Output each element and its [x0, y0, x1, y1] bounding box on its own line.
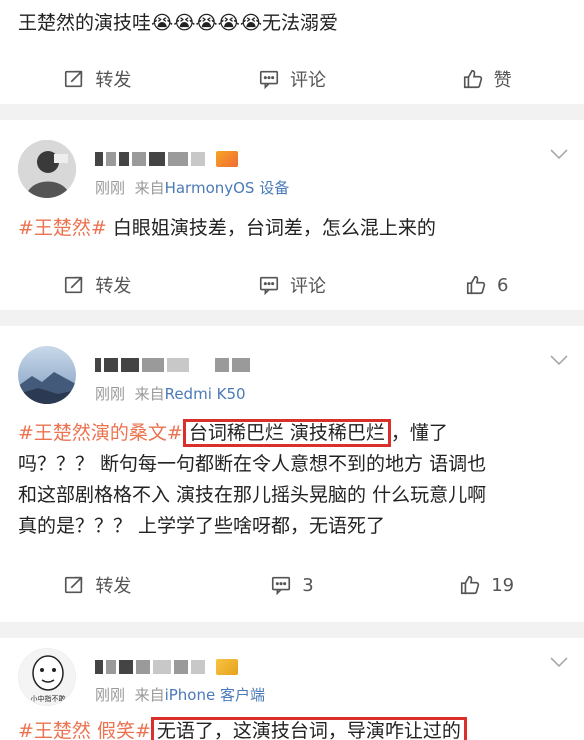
- avatar[interactable]: 小中指不敢: [18, 648, 76, 706]
- hashtag-link[interactable]: #王楚然#: [18, 217, 107, 239]
- comment-button[interactable]: 评论: [195, 260, 390, 310]
- comment-label: 评论: [290, 276, 326, 297]
- hashtag-link[interactable]: #王楚然演的桑文#: [18, 422, 183, 444]
- member-badge-icon: [216, 659, 238, 675]
- post-line-1: #王楚然演的桑文# 台词稀巴烂 演技稀巴烂 ，懂了: [18, 418, 566, 449]
- crying-emoji-row: 😭😭😭😭😭: [151, 12, 262, 34]
- highlighted-phrase: 无语了，这演技台词，导演咋让过的: [150, 717, 467, 740]
- chevron-down-icon[interactable]: [550, 656, 568, 668]
- chevron-down-icon[interactable]: [550, 354, 568, 366]
- member-badge-icon: [216, 151, 238, 167]
- avatar-image: [18, 346, 76, 404]
- avatar[interactable]: [18, 140, 76, 198]
- comment-count: 3: [302, 574, 314, 596]
- highlighted-phrase: 台词稀巴烂 演技稀巴烂: [182, 419, 391, 447]
- crying-emoji-icon: 😭: [173, 12, 196, 34]
- like-button[interactable]: 19: [389, 560, 584, 610]
- username-blurred[interactable]: [95, 354, 250, 376]
- repost-label: 转发: [95, 576, 132, 597]
- action-bar: 转发 评论 赞: [0, 54, 584, 104]
- share-icon: [65, 576, 83, 594]
- like-label: 赞: [493, 70, 512, 91]
- avatar-caption: 小中指不敢: [31, 694, 66, 703]
- avatar-image: 小中指不敢: [19, 649, 75, 705]
- post-text: 王楚然的演技哇😭😭😭😭😭无法溺爱: [18, 8, 566, 39]
- source-prefix: 来自: [134, 179, 165, 197]
- post-source[interactable]: iPhone 客户端: [165, 686, 265, 704]
- post-time: 刚刚: [95, 385, 126, 403]
- post-meta: 刚刚 来自HarmonyOS 设备: [95, 177, 289, 198]
- share-icon: [65, 70, 83, 88]
- share-icon: [65, 276, 83, 294]
- action-bar: 转发 评论 6: [0, 260, 584, 310]
- thumbs-up-icon: [466, 275, 486, 295]
- post-text: #王楚然 假笑# 无语了，这演技台词，导演咋让过的: [18, 716, 566, 740]
- thumbs-up-icon: [463, 69, 482, 89]
- repost-label: 转发: [95, 70, 132, 91]
- comment-icon: [272, 576, 291, 596]
- post-meta: 刚刚 来自iPhone 客户端: [95, 684, 265, 705]
- like-count: 6: [496, 274, 509, 296]
- post-text-tail: 无法溺爱: [262, 12, 339, 34]
- hashtag-link[interactable]: #王楚然 假笑#: [18, 720, 151, 740]
- post-line-2: 吗？？？ 断句每一句都断在令人意想不到的地方 语调也: [18, 453, 487, 475]
- repost-button[interactable]: 转发: [0, 560, 195, 610]
- separator: [0, 310, 584, 326]
- repost-button[interactable]: 转发: [0, 260, 195, 310]
- repost-button[interactable]: 转发: [0, 54, 195, 104]
- like-count: 19: [491, 574, 515, 596]
- source-prefix: 来自: [134, 385, 165, 403]
- chevron-down-icon[interactable]: [550, 148, 568, 160]
- post-card-1: 刚刚 来自HarmonyOS 设备 #王楚然# 白眼姐演技差，台词差，怎么混上来…: [0, 120, 584, 310]
- like-button[interactable]: 6: [389, 260, 584, 310]
- post-meta: 刚刚 来自Redmi K50: [95, 383, 246, 404]
- crying-emoji-icon: 😭: [217, 12, 240, 34]
- repost-label: 转发: [95, 276, 132, 297]
- avatar-image: [18, 140, 76, 198]
- action-bar: 转发 3 19: [0, 560, 584, 610]
- post-line-3: 和这部剧格格不入 演技在那儿摇头晃脑的 什么玩意儿啊: [18, 484, 487, 506]
- post-card-3: 小中指不敢 刚刚 来自iPhone 客户端 #王楚然 假笑# 无语了，这演技台词，…: [0, 638, 584, 740]
- comment-icon: [259, 70, 279, 90]
- comment-label: 评论: [290, 70, 326, 91]
- post-source[interactable]: Redmi K50: [165, 385, 246, 403]
- crying-emoji-icon: 😭: [239, 12, 263, 34]
- avatar[interactable]: [18, 346, 76, 404]
- post-source[interactable]: HarmonyOS 设备: [165, 179, 290, 197]
- comment-icon: [259, 276, 279, 296]
- post-time: 刚刚: [95, 179, 126, 197]
- username-blurred[interactable]: [95, 656, 238, 678]
- post-text-main: 王楚然的演技哇: [18, 12, 152, 34]
- post-body: 白眼姐演技差，台词差，怎么混上来的: [112, 217, 436, 239]
- separator: [0, 622, 584, 638]
- post-card-2: 刚刚 来自Redmi K50 #王楚然演的桑文# 台词稀巴烂 演技稀巴烂 ，懂了 吗…: [0, 326, 584, 622]
- crying-emoji-icon: 😭: [151, 12, 174, 34]
- separator: [0, 104, 584, 120]
- comment-button[interactable]: 3: [195, 560, 390, 610]
- post-text: #王楚然# 白眼姐演技差，台词差，怎么混上来的: [18, 213, 566, 244]
- post-line-1-tail: ，懂了: [390, 422, 448, 444]
- username-blurred[interactable]: [95, 148, 238, 170]
- post-text: #王楚然演的桑文# 台词稀巴烂 演技稀巴烂 ，懂了 吗？？？ 断句每一句都断在令人意…: [18, 418, 566, 542]
- post-card-0: 王楚然的演技哇😭😭😭😭😭无法溺爱 转发 评论 赞: [0, 0, 584, 104]
- thumbs-up-icon: [461, 575, 480, 595]
- source-prefix: 来自: [134, 686, 165, 704]
- post-line-4: 真的是？？？ 上学学了些啥呀都，无语死了: [18, 515, 386, 537]
- crying-emoji-icon: 😭: [195, 12, 218, 34]
- comment-button[interactable]: 评论: [195, 54, 390, 104]
- post-time: 刚刚: [95, 686, 126, 704]
- like-button[interactable]: 赞: [389, 54, 584, 104]
